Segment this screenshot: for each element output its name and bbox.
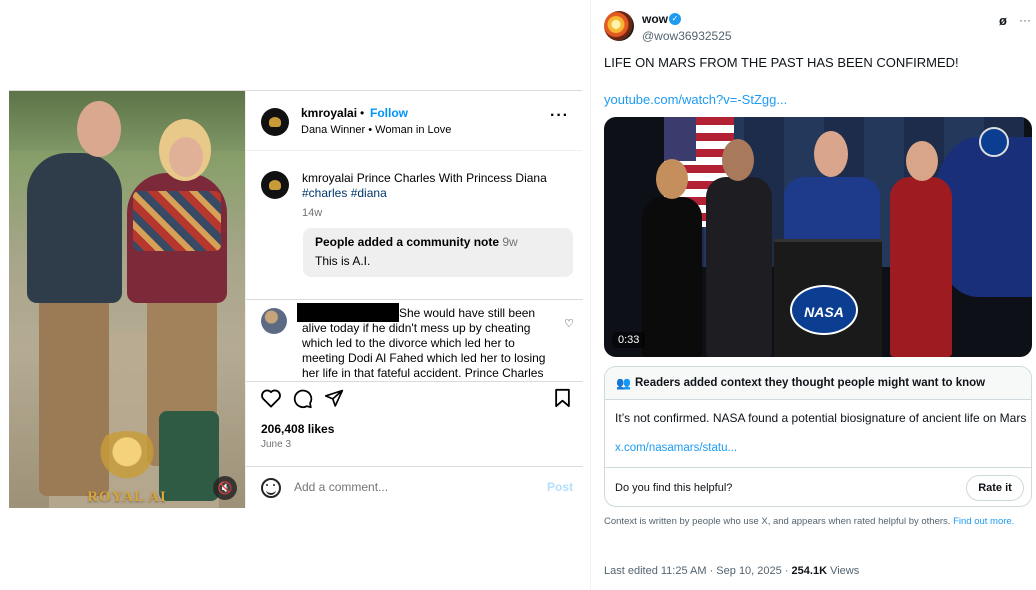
find-out-more-link[interactable]: Find out more. xyxy=(953,516,1014,527)
context-disclaimer: Context is written by people who use X, … xyxy=(604,516,1024,528)
commenter-avatar[interactable] xyxy=(261,308,287,334)
follow-button[interactable]: Follow xyxy=(370,106,408,120)
post-link[interactable]: youtube.com/watch?v=-StZgg... xyxy=(604,92,787,107)
emoji-icon[interactable] xyxy=(261,478,281,498)
note-body: It’s not confirmed. NASA found a potenti… xyxy=(615,411,1027,425)
post-comment-button[interactable]: Post xyxy=(547,480,573,494)
note-footer: Do you find this helpful? Rate it xyxy=(605,467,1031,506)
nasa-emblem xyxy=(979,127,1009,157)
rate-it-button[interactable]: Rate it xyxy=(966,475,1024,501)
avatar[interactable] xyxy=(261,108,289,136)
watermark-text: ROYAL AI xyxy=(87,489,167,505)
share-paper-plane-icon[interactable] xyxy=(324,388,344,408)
post-text: LIFE ON MARS FROM THE PAST HAS BEEN CONF… xyxy=(604,55,959,70)
man-figure xyxy=(27,153,122,303)
speaker-4-head xyxy=(906,141,938,181)
likes-count[interactable]: 206,408 likes xyxy=(261,422,334,436)
note-title: Readers added context they thought peopl… xyxy=(635,377,986,389)
x-post: wow ✓ @wow36932525 ø ··· LIFE ON MARS FR… xyxy=(590,0,1036,590)
verified-badge-icon: ✓ xyxy=(669,13,681,25)
speaker-3-head xyxy=(814,131,848,177)
caption-avatar[interactable] xyxy=(261,171,289,199)
redacted-username xyxy=(297,303,399,322)
woman-face xyxy=(169,137,203,177)
video-player[interactable]: NASA 0:33 xyxy=(604,117,1032,357)
post-image[interactable]: ROYAL AI 🔇 xyxy=(9,91,245,508)
add-comment-bar: Post xyxy=(246,466,583,508)
hashtag-diana[interactable]: #diana xyxy=(351,186,387,200)
mute-button[interactable]: 🔇 xyxy=(213,476,237,500)
instagram-post: ROYAL AI 🔇 kmroyalai • Follow Dana Winne… xyxy=(9,90,583,508)
comment: She would have still been alive today if… xyxy=(246,299,583,379)
save-bookmark-icon[interactable] xyxy=(554,388,571,408)
caption-text: kmroyalai Prince Charles With Princess D… xyxy=(302,171,567,201)
people-icon: 👥 xyxy=(616,376,631,390)
views-label: Views xyxy=(827,565,860,577)
note-age: 9w xyxy=(502,235,518,249)
caption-body: Prince Charles With Princess Diana xyxy=(356,171,547,185)
caption-username[interactable]: kmroyalai xyxy=(302,171,353,185)
note-header: 👥 Readers added context they thought peo… xyxy=(605,367,1031,400)
separator-dot: • xyxy=(360,106,365,120)
post-date: June 3 xyxy=(261,439,292,450)
post-sidebar: kmroyalai • Follow Dana Winner • Woman i… xyxy=(245,91,583,508)
woman-boots xyxy=(159,411,219,501)
man-head xyxy=(77,101,121,157)
speaker-muted-icon: 🔇 xyxy=(217,481,233,495)
comment-input[interactable] xyxy=(294,480,514,494)
post-header: kmroyalai • Follow Dana Winner • Woman i… xyxy=(246,91,582,151)
video-duration: 0:33 xyxy=(612,332,646,348)
hashtag-charles[interactable]: #charles xyxy=(302,186,347,200)
comment-like-heart-icon[interactable]: ♡ xyxy=(564,317,574,330)
edit-timestamp[interactable]: Last edited 11:25 AM · Sep 10, 2025 · xyxy=(604,565,792,577)
speaker-1-head xyxy=(656,159,688,199)
post-meta: Last edited 11:25 AM · Sep 10, 2025 · 25… xyxy=(604,565,859,577)
note-title-text: People added a community note xyxy=(315,235,500,249)
like-heart-icon[interactable] xyxy=(260,388,282,408)
community-note: People added a community note 9w This is… xyxy=(303,228,573,277)
note-title: People added a community note 9w xyxy=(315,235,561,249)
disclaimer-text: Context is written by people who use X, … xyxy=(604,516,951,527)
sweater-pattern xyxy=(133,191,221,251)
more-options-icon[interactable]: ··· xyxy=(1019,13,1031,27)
speaker-2 xyxy=(706,177,772,357)
caption-age: 14w xyxy=(302,207,323,219)
note-source-link[interactable]: x.com/nasamars/statu... xyxy=(615,442,737,454)
grok-icon[interactable]: ø xyxy=(999,13,1007,28)
more-options-icon[interactable]: ··· xyxy=(550,107,569,125)
view-count: 254.1K xyxy=(791,565,828,577)
community-note-card: 👥 Readers added context they thought peo… xyxy=(604,366,1032,507)
note-body: This is A.I. xyxy=(315,254,371,268)
speaker-4 xyxy=(890,177,952,357)
author-avatar[interactable] xyxy=(604,11,634,41)
royal-ai-logo xyxy=(89,431,165,483)
comment-bubble-icon[interactable] xyxy=(292,388,313,409)
nasa-logo-text: NASA xyxy=(804,304,844,320)
audio-track[interactable]: Dana Winner • Woman in Love xyxy=(301,124,451,136)
speaker-2-head xyxy=(722,139,754,181)
speaker-1 xyxy=(642,197,702,357)
author-handle[interactable]: @wow36932525 xyxy=(642,29,732,43)
action-bar: 206,408 likes June 3 xyxy=(246,381,583,467)
username[interactable]: kmroyalai xyxy=(301,106,357,120)
author-name[interactable]: wow xyxy=(642,12,668,26)
helpful-question: Do you find this helpful? xyxy=(615,482,733,494)
